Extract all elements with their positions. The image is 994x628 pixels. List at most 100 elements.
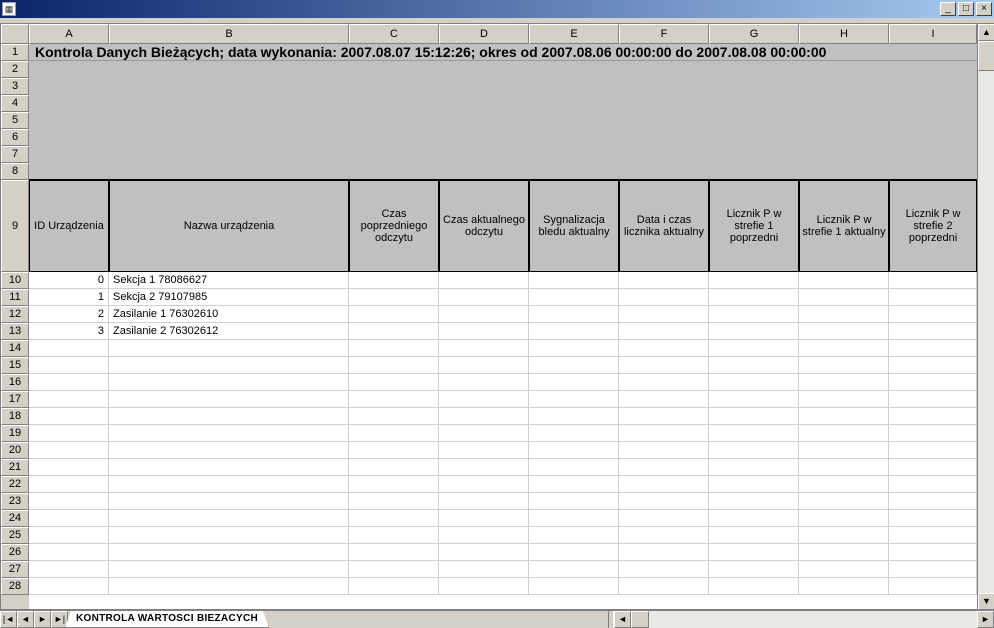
- cell[interactable]: [889, 493, 977, 509]
- cell[interactable]: [529, 272, 619, 288]
- row-header[interactable]: 21: [1, 459, 29, 476]
- cell[interactable]: [109, 459, 349, 475]
- cell[interactable]: [889, 578, 977, 594]
- cell[interactable]: [29, 340, 109, 356]
- column-header-A[interactable]: A: [29, 24, 109, 44]
- hscroll-track[interactable]: [631, 611, 977, 628]
- cell[interactable]: [439, 510, 529, 526]
- cell[interactable]: [439, 391, 529, 407]
- cell[interactable]: [799, 306, 889, 322]
- cell[interactable]: [349, 289, 439, 305]
- cell[interactable]: 3: [29, 323, 109, 339]
- table-row[interactable]: [29, 476, 977, 493]
- cell[interactable]: [619, 425, 709, 441]
- cell[interactable]: [889, 442, 977, 458]
- close-button[interactable]: ×: [976, 2, 992, 16]
- cell[interactable]: [889, 561, 977, 577]
- cell[interactable]: [29, 442, 109, 458]
- cell[interactable]: [529, 476, 619, 492]
- table-row[interactable]: 1Sekcja 2 79107985: [29, 289, 977, 306]
- cell[interactable]: [29, 527, 109, 543]
- cell[interactable]: [349, 578, 439, 594]
- cell[interactable]: [889, 476, 977, 492]
- cell[interactable]: [349, 493, 439, 509]
- maximize-button[interactable]: □: [958, 2, 974, 16]
- cell[interactable]: [889, 527, 977, 543]
- cell[interactable]: [439, 578, 529, 594]
- cell[interactable]: [29, 357, 109, 373]
- cell[interactable]: [439, 289, 529, 305]
- table-header-cell[interactable]: Sygnalizacja bledu aktualny: [529, 180, 619, 272]
- scroll-down-button[interactable]: ▼: [978, 593, 994, 610]
- row-header[interactable]: 3: [1, 78, 29, 95]
- vscroll-track[interactable]: [978, 41, 994, 593]
- table-row[interactable]: [29, 442, 977, 459]
- cell[interactable]: [349, 357, 439, 373]
- column-header-G[interactable]: G: [709, 24, 799, 44]
- cell[interactable]: [439, 544, 529, 560]
- cell[interactable]: [709, 408, 799, 424]
- cell[interactable]: [529, 561, 619, 577]
- cell[interactable]: [439, 306, 529, 322]
- cell[interactable]: [349, 374, 439, 390]
- cell[interactable]: [29, 476, 109, 492]
- nav-prev-button[interactable]: ◄: [17, 611, 34, 628]
- table-row[interactable]: [29, 510, 977, 527]
- cell[interactable]: [349, 544, 439, 560]
- table-row[interactable]: [29, 408, 977, 425]
- cell[interactable]: [439, 408, 529, 424]
- cell[interactable]: [799, 323, 889, 339]
- cell[interactable]: [889, 374, 977, 390]
- cell[interactable]: Sekcja 2 79107985: [109, 289, 349, 305]
- sheet-tab[interactable]: KONTROLA WARTOSCI BIEZACYCH: [65, 611, 269, 628]
- cell[interactable]: [709, 272, 799, 288]
- cell[interactable]: [709, 357, 799, 373]
- row-header[interactable]: 6: [1, 129, 29, 146]
- cell[interactable]: [349, 425, 439, 441]
- cell[interactable]: [29, 459, 109, 475]
- row-header[interactable]: 2: [1, 61, 29, 78]
- row-header[interactable]: 5: [1, 112, 29, 129]
- cell[interactable]: [529, 374, 619, 390]
- row-header[interactable]: 20: [1, 442, 29, 459]
- cell[interactable]: [439, 561, 529, 577]
- table-row[interactable]: 0Sekcja 1 78086627: [29, 272, 977, 289]
- cell[interactable]: [529, 323, 619, 339]
- cell[interactable]: [709, 289, 799, 305]
- cell[interactable]: [29, 578, 109, 594]
- cell[interactable]: [529, 544, 619, 560]
- nav-last-button[interactable]: ►|: [51, 611, 68, 628]
- cell[interactable]: [349, 306, 439, 322]
- cell[interactable]: [799, 425, 889, 441]
- cell[interactable]: [619, 306, 709, 322]
- row-header[interactable]: 14: [1, 340, 29, 357]
- cell[interactable]: 1: [29, 289, 109, 305]
- cell[interactable]: [709, 561, 799, 577]
- cell[interactable]: [709, 493, 799, 509]
- cell[interactable]: [29, 425, 109, 441]
- row-header[interactable]: 28: [1, 578, 29, 595]
- cell[interactable]: [29, 510, 109, 526]
- cell[interactable]: [799, 527, 889, 543]
- row-header[interactable]: 11: [1, 289, 29, 306]
- cell[interactable]: [109, 544, 349, 560]
- cell[interactable]: [439, 323, 529, 339]
- cell[interactable]: 2: [29, 306, 109, 322]
- cell[interactable]: [799, 578, 889, 594]
- cell[interactable]: [109, 425, 349, 441]
- cell[interactable]: [109, 340, 349, 356]
- cell[interactable]: [439, 425, 529, 441]
- spreadsheet-grid[interactable]: ABCDEFGHI 123456789101112131415161718192…: [0, 24, 978, 610]
- cell[interactable]: [439, 476, 529, 492]
- table-row[interactable]: [29, 340, 977, 357]
- row-header[interactable]: 4: [1, 95, 29, 112]
- cell[interactable]: [109, 408, 349, 424]
- horizontal-scrollbar[interactable]: ◄ ►: [614, 611, 994, 628]
- cell[interactable]: [709, 527, 799, 543]
- cell[interactable]: [439, 374, 529, 390]
- cell[interactable]: [619, 340, 709, 356]
- cell[interactable]: [439, 357, 529, 373]
- cell[interactable]: [709, 544, 799, 560]
- cell[interactable]: [799, 544, 889, 560]
- cell[interactable]: [529, 340, 619, 356]
